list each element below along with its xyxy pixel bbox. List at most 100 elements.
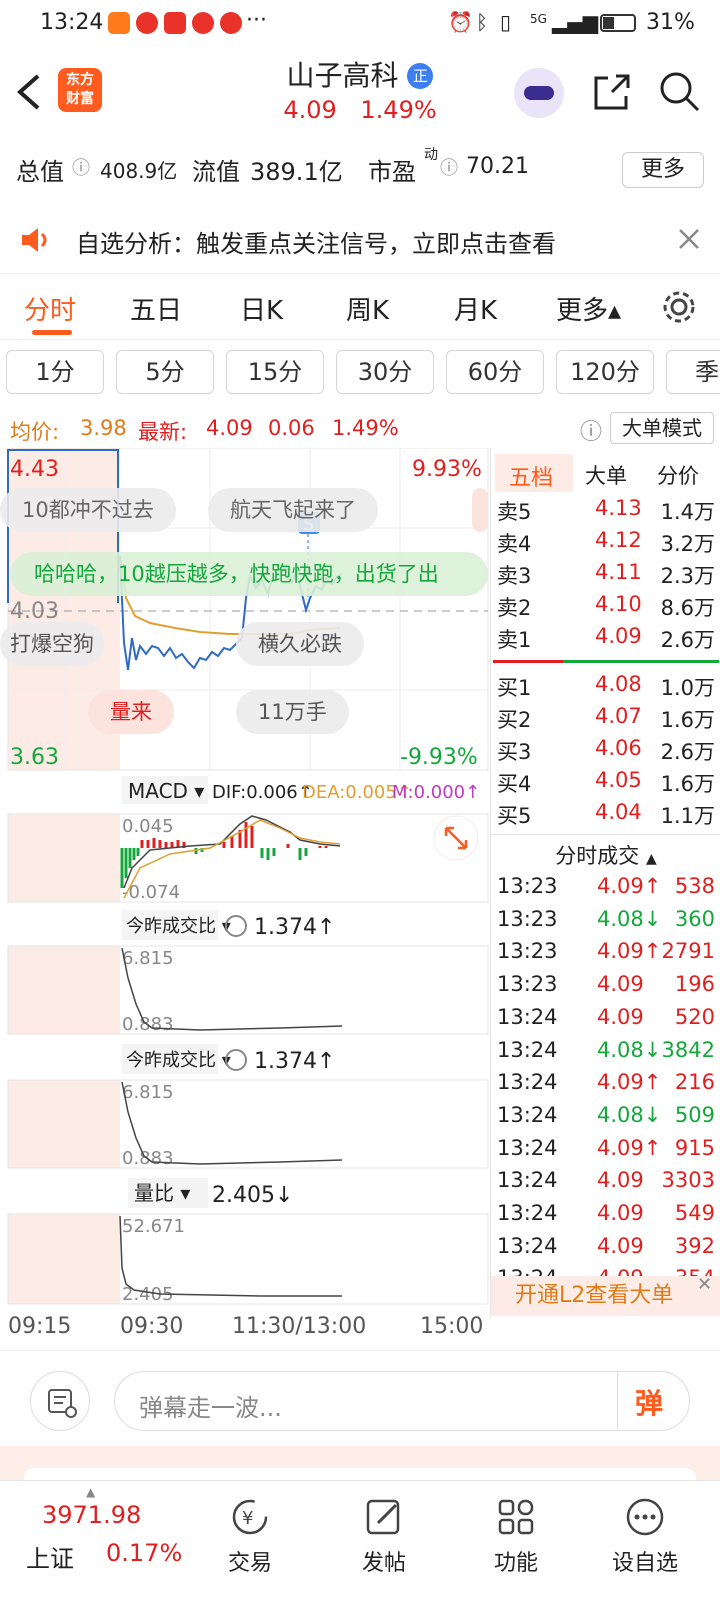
period-15min[interactable]: 15分 <box>226 350 324 394</box>
more-info-button[interactable]: 更多 <box>622 152 704 188</box>
tick-price: 4.08↓ <box>597 1102 662 1127</box>
axis-low: 3.63 <box>10 745 59 770</box>
macd-m: M:0.000↑ <box>392 782 480 803</box>
stock-header: 东方 财富 山子高科 正 4.09 1.49% <box>0 46 720 138</box>
tab-monthly-k[interactable]: 月K <box>454 290 497 327</box>
more-notifications: ··· <box>246 8 267 33</box>
share-icon[interactable] <box>590 70 634 114</box>
valuation-row: 总值 ⓘ 408.9亿 流值 389.1亿 市盈 动 ⓘ 70.21 更多 <box>0 138 720 198</box>
premarket-shade <box>8 814 120 902</box>
gear-icon[interactable] <box>660 288 698 326</box>
ask-row: 卖1 4.09 2.6万 <box>497 624 715 652</box>
close-icon[interactable]: ✕ <box>697 1274 712 1295</box>
period-quarter[interactable]: 季 <box>666 350 720 394</box>
total-cap-value: 408.9亿 <box>100 159 178 183</box>
tick-row: 13:24 4.09↑ 216 <box>491 1070 720 1103</box>
notice-banner[interactable]: 自选分析：触发重点关注信号，立即点击查看 <box>0 204 720 274</box>
macd-top: 0.045 <box>122 816 174 837</box>
tab-five-day[interactable]: 五日 <box>130 290 182 327</box>
weibo-icon <box>136 12 158 34</box>
weibo-icon <box>220 12 242 34</box>
bid-row: 买5 4.04 1.1万 <box>497 800 715 828</box>
time-axis: 09:15 09:30 11:30/13:00 15:00 <box>0 1310 490 1344</box>
close-icon[interactable] <box>678 228 700 250</box>
ask-row: 卖5 4.13 1.4万 <box>497 496 715 524</box>
danmu-input[interactable]: 弹幕走一波... 弹 <box>114 1371 690 1431</box>
period-30min[interactable]: 30分 <box>336 350 434 394</box>
tick-time: 13:24 <box>497 1004 558 1029</box>
tick-row: 13:24 4.09 520 <box>491 1005 720 1038</box>
help-icon[interactable]: ⓘ <box>580 414 602 446</box>
danmu-bubble[interactable]: 10都冲不过去 <box>0 488 176 532</box>
ratio-selector[interactable]: 今昨成交比 ▾ <box>126 916 231 937</box>
tick-list-title[interactable]: 分时成交 ▲ <box>491 840 720 870</box>
tab-intraday[interactable]: 分时 <box>24 290 76 327</box>
danmu-bubble[interactable]: 航天飞起来了 <box>208 488 378 532</box>
tick-volume: 2791 <box>661 939 715 964</box>
period-60min[interactable]: 60分 <box>446 350 544 394</box>
nav-post[interactable]: 发帖 <box>334 1495 434 1577</box>
tick-price: 4.09 <box>597 972 644 997</box>
weibo-icon <box>192 12 214 34</box>
tick-time: 13:23 <box>497 874 558 898</box>
nav-functions[interactable]: 功能 <box>466 1495 566 1577</box>
period-5min[interactable]: 5分 <box>116 350 214 394</box>
stock-price: 4.09 <box>283 96 337 124</box>
vol-ratio-value: 2.405↓ <box>212 1183 293 1208</box>
premarket-shade <box>8 1080 120 1168</box>
time-label: 09:30 <box>120 1314 184 1339</box>
tick-time: 13:23 <box>497 939 558 964</box>
danmu-bar: 弹幕走一波... 弹 <box>0 1350 720 1446</box>
tick-volume: 392 <box>674 1233 715 1258</box>
info-icon[interactable]: ⓘ <box>440 154 458 180</box>
tab-weekly-k[interactable]: 周K <box>346 290 389 327</box>
big-order-mode-button[interactable]: 大单模式 <box>610 412 714 444</box>
vol-ratio-selector[interactable]: 量比 ▾ <box>134 1181 190 1205</box>
danmu-bubble[interactable]: 打爆空狗 <box>0 622 104 666</box>
tab-more[interactable]: 更多▴ <box>556 290 621 327</box>
search-icon[interactable] <box>658 70 702 114</box>
tick-row: 13:23 4.09 196 <box>491 972 720 1005</box>
nav-trade[interactable]: ¥ 交易 <box>200 1495 300 1577</box>
tab-price-distribution[interactable]: 分价 <box>657 460 699 490</box>
latest-pct: 1.49% <box>332 416 399 440</box>
ask-bid-bar-red <box>493 660 563 663</box>
l2-banner[interactable]: 开通L2查看大单 <box>491 1276 720 1316</box>
tick-time: 13:24 <box>497 1201 558 1225</box>
avg-label: 均价: <box>10 420 60 444</box>
latest-label: 最新: <box>138 420 188 444</box>
index-pct[interactable]: 0.17% <box>106 1539 182 1567</box>
tick-row: 13:24 4.08↓ 3842 <box>491 1038 720 1071</box>
app-notification-icon <box>108 12 130 34</box>
danmu-settings-icon[interactable] <box>30 1371 90 1431</box>
tab-big-orders[interactable]: 大单 <box>585 460 627 490</box>
ratio-selector[interactable]: 今昨成交比 ▾ <box>126 1050 231 1071</box>
tab-daily-k[interactable]: 日K <box>240 290 283 327</box>
danmu-bubble[interactable]: 哈哈哈，10越压越多，快跑快跑，出货了出 <box>10 552 488 596</box>
nav-label: 功能 <box>493 1551 538 1576</box>
danmu-bubble-clip <box>472 488 488 532</box>
nav-add-watchlist[interactable]: 设自选 <box>590 1495 700 1577</box>
macd-selector[interactable]: MACD ▾ <box>128 779 204 803</box>
status-time: 13:24 <box>40 10 104 35</box>
danmu-bubble[interactable]: 横久必跌 <box>236 622 364 666</box>
danmu-send-button[interactable]: 弹 <box>635 1382 663 1422</box>
danmu-bubble[interactable]: 11万手 <box>236 690 349 734</box>
divider <box>617 1372 618 1430</box>
period-120min[interactable]: 120分 <box>556 350 654 394</box>
promo-strip <box>0 1446 720 1488</box>
notice-text: 自选分析：触发重点关注信号，立即点击查看 <box>76 230 556 258</box>
period-1min[interactable]: 1分 <box>6 350 104 394</box>
bid-row: 买2 4.07 1.6万 <box>497 704 715 732</box>
danmu-bubble[interactable]: 量来 <box>88 690 174 734</box>
tab-five-levels[interactable]: 五档 <box>509 460 553 492</box>
tick-price: 4.09 <box>597 1201 644 1225</box>
float-cap-value: 389.1亿 <box>250 158 343 186</box>
info-icon[interactable]: ⓘ <box>72 154 90 180</box>
ask-row: 卖2 4.10 8.6万 <box>497 592 715 620</box>
avg-value: 3.98 <box>80 416 127 440</box>
index-value[interactable]: 3971.98 <box>42 1501 141 1529</box>
price-summary: 均价: 3.98 最新: 4.09 0.06 1.49% ⓘ 大单模式 <box>0 410 720 446</box>
ai-assistant-icon[interactable] <box>514 68 564 118</box>
index-name[interactable]: 上证 <box>26 1539 74 1574</box>
